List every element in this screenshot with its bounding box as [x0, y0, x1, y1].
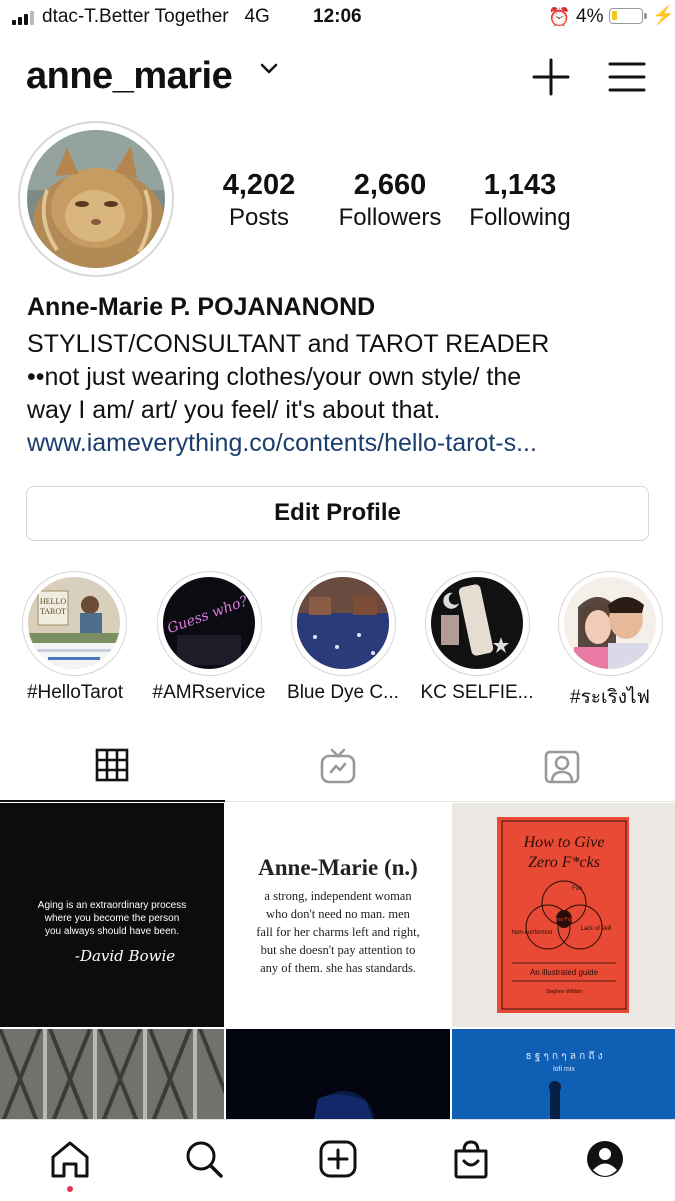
highlight-label: #ระเริงไฟ [570, 687, 650, 708]
post-image [226, 1029, 450, 1129]
svg-text:HELLO: HELLO [40, 597, 66, 606]
highlight-label: KC SELFIE... [420, 682, 534, 703]
cat-photo [27, 130, 165, 268]
post-image: Anne-Marie (n.) a strong, independent wo… [256, 855, 419, 975]
highlight-blue-dye[interactable] [291, 571, 396, 676]
stat-followers[interactable]: 2,660 Followers [330, 168, 450, 234]
venn-label: Fun [572, 886, 582, 892]
post-text: fall for her charms left and right, [256, 925, 419, 939]
venn-label: Zero f*cks [553, 917, 576, 923]
tab-active-indicator [0, 800, 225, 802]
profile-icon[interactable] [585, 1139, 625, 1179]
post-image [0, 1029, 224, 1129]
venn-label: Lack of skill [580, 926, 611, 932]
carrier-label: dtac-T.Better Together 4G [42, 6, 270, 27]
highlight-label: Blue Dye C... [287, 682, 399, 703]
igtv-icon[interactable] [320, 748, 356, 784]
post-thumbnail[interactable] [0, 1029, 224, 1129]
post-thumbnail[interactable]: How to Give Zero F*cks Fun Non-conformis… [452, 803, 675, 1027]
chevron-down-icon[interactable] [259, 62, 279, 76]
post-image: Aging is an extraordinary process where … [38, 900, 186, 965]
post-thumbnail[interactable]: Anne-Marie (n.) a strong, independent wo… [226, 803, 450, 1027]
bio-line: ••not just wearing clothes/your own styl… [27, 363, 522, 391]
clock: 12:06 [313, 6, 362, 27]
book-subtitle: An illustrated guide [530, 968, 599, 977]
post-text: a strong, independent woman [264, 889, 412, 903]
search-icon[interactable] [184, 1139, 224, 1179]
stat-followers-count: 2,660 [353, 169, 427, 201]
highlight-cover [431, 577, 523, 669]
post-thumbnail[interactable] [226, 1029, 450, 1129]
edit-profile-button[interactable]: Edit Profile [26, 486, 649, 541]
plus-icon[interactable] [530, 56, 572, 98]
tagged-icon[interactable] [544, 748, 580, 784]
stat-following-count: 1,143 [483, 169, 557, 201]
bio-line: STYLIST/CONSULTANT and TAROT READER [27, 330, 550, 358]
highlight-label: #AMRservice [152, 682, 266, 703]
post-signature: -David Bowie [75, 947, 175, 965]
post-text: ธ ฐ ๆ ก ๆ ล ก ถึ ง [526, 1050, 603, 1062]
profile-full-name: Anne-Marie P. POJANANOND [27, 293, 376, 321]
stat-followers-label: Followers [338, 204, 442, 231]
notification-dot [67, 1186, 73, 1192]
stat-following-label: Following [469, 204, 571, 231]
grid-icon[interactable] [95, 748, 129, 782]
highlight-amrservice[interactable]: Guess who? [157, 571, 262, 676]
profile-username[interactable]: anne_marie [26, 55, 233, 98]
post-text: where you become the person [44, 913, 180, 924]
post-text: you always should have been. [45, 926, 179, 937]
home-icon[interactable] [49, 1139, 91, 1179]
highlight-label: #HelloTarot [26, 682, 124, 703]
svg-text:TAROT: TAROT [40, 607, 66, 616]
stat-following[interactable]: 1,143 Following [460, 168, 580, 234]
signal-icon [12, 11, 36, 25]
post-text: who don't need no man. men [266, 907, 411, 921]
bio-line: way I am/ art/ you feel/ it's about that… [27, 396, 441, 424]
post-image: How to Give Zero F*cks Fun Non-conformis… [452, 803, 675, 1027]
highlight-cover: HELLO TAROT [28, 577, 120, 669]
post-text: any of them. she has standards. [260, 961, 416, 975]
status-bar: dtac-T.Better Together 4G 12:06 ⏰ 4% ⚡ [0, 0, 675, 36]
alarm-icon: ⏰ [548, 7, 571, 27]
stat-posts-label: Posts [228, 204, 290, 231]
highlight-cover [564, 577, 656, 669]
stat-posts[interactable]: 4,202 Posts [200, 168, 318, 234]
book-author: Stephen Wildish [546, 989, 582, 995]
new-post-icon[interactable] [318, 1139, 358, 1179]
highlight-cover: Guess who? [163, 577, 255, 669]
post-text: Aging is an extraordinary process [38, 900, 186, 911]
post-title: Anne-Marie (n.) [258, 855, 418, 880]
highlight-cover [297, 577, 389, 669]
venn-label: Non-conformist [512, 930, 553, 936]
highlight-raroengfai[interactable] [558, 571, 663, 676]
battery-icon [609, 8, 647, 24]
post-image: ธ ฐ ๆ ก ๆ ล ก ถึ ง lofi mix [452, 1029, 675, 1129]
highlight-kc-selfie[interactable] [425, 571, 530, 676]
post-thumbnail[interactable]: ธ ฐ ๆ ก ๆ ล ก ถึ ง lofi mix [452, 1029, 675, 1129]
battery-percent: 4% [576, 6, 604, 27]
menu-icon[interactable] [607, 60, 647, 94]
shop-icon[interactable] [452, 1139, 490, 1179]
book-title: Zero F*cks [528, 854, 600, 871]
book-title: How to Give [523, 834, 605, 851]
avatar[interactable] [27, 130, 165, 268]
charging-icon: ⚡ [652, 5, 675, 25]
post-thumbnail[interactable]: Aging is an extraordinary process where … [0, 803, 224, 1027]
stat-posts-count: 4,202 [222, 169, 296, 201]
post-text: but she doesn't pay attention to [261, 943, 416, 957]
profile-link[interactable]: www.iameverything.co/contents/hello-taro… [27, 429, 537, 458]
post-text: lofi mix [553, 1066, 575, 1073]
highlight-hellotarot[interactable]: HELLO TAROT [22, 571, 127, 676]
